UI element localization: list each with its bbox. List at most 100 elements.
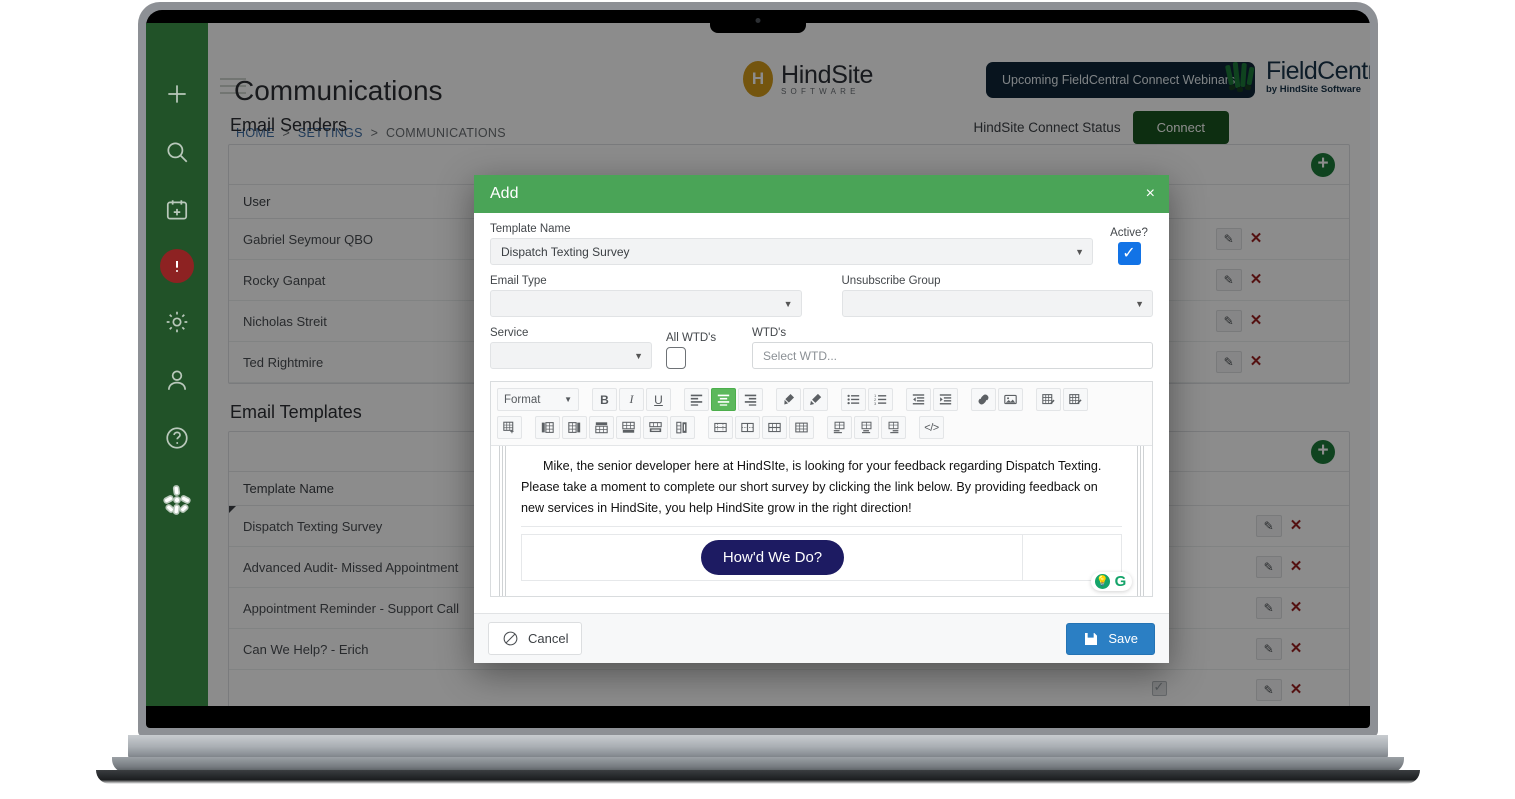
edit-icon[interactable]: ✎ [1255,556,1282,578]
edit-icon[interactable]: ✎ [1215,310,1242,332]
underline-icon[interactable]: U [646,388,671,411]
insert-column-left-icon[interactable] [535,416,560,439]
sidebar-item-settings[interactable] [158,303,196,341]
webinar-banner[interactable]: Upcoming FieldCentral Connect Webinars! [986,62,1255,98]
italic-icon[interactable]: I [619,388,644,411]
grammarly-logo-icon[interactable]: G [1113,574,1128,589]
editor-content-area[interactable]: Mike, the senior developer here at HindS… [491,446,1152,596]
edit-icon[interactable]: ✎ [1255,597,1282,619]
format-select[interactable]: Format ▼ [497,388,579,411]
cell-align-right-icon[interactable] [881,416,906,439]
cell-auto-send [989,669,1109,706]
edit-template-icon[interactable] [1063,388,1088,411]
grammarly-suggestion-icon[interactable]: 💡 [1095,574,1110,589]
table-properties-icon[interactable] [789,416,814,439]
email-type-select[interactable]: ▼ [490,290,802,317]
app-page: Communications H HindSite SOFTWARE Upcom… [208,23,1370,706]
align-left-icon[interactable] [684,388,709,411]
delete-icon[interactable]: ✕ [1250,230,1263,247]
field-service: Service ▼ [490,327,652,369]
cancel-button[interactable]: Cancel [488,622,583,655]
delete-icon[interactable]: ✕ [1250,353,1263,370]
delete-icon[interactable]: ✕ [1250,312,1263,329]
add-email-sender-button[interactable]: + [1311,153,1335,177]
insert-column-right-icon[interactable] [562,416,587,439]
field-all-wtds: All WTD's [666,332,738,369]
link-icon[interactable] [971,388,996,411]
edit-icon[interactable]: ✎ [1215,269,1242,291]
align-center-icon[interactable] [711,388,736,411]
delete-icon[interactable]: ✕ [1290,640,1303,657]
browser-viewport: Communications H HindSite SOFTWARE Upcom… [146,23,1370,706]
grammarly-widget[interactable]: 💡 G [1091,572,1132,591]
source-code-icon[interactable]: </> [919,416,944,439]
rich-text-editor: Format ▼ B I U 1 2 3 </> Mike, the senio… [490,381,1153,597]
add-email-template-button[interactable]: + [1311,440,1335,464]
edit-icon[interactable]: ✎ [1255,679,1282,701]
sidebar-item-help[interactable] [158,419,196,457]
sidebar-item-search[interactable] [158,133,196,171]
delete-row-icon[interactable] [643,416,668,439]
split-cell-vertical-icon[interactable] [735,416,760,439]
chevron-down-icon: ▼ [564,395,572,404]
active-checkbox [1151,679,1167,696]
wtds-input[interactable]: Select WTD... [752,342,1153,369]
edit-icon[interactable]: ✎ [1215,351,1242,373]
delete-icon[interactable]: ✕ [1290,681,1303,698]
template-name-select[interactable]: Dispatch Texting Survey ▼ [490,238,1093,265]
sidebar-item-add[interactable] [158,75,196,113]
row-template-name: Template Name Dispatch Texting Survey ▼ … [490,223,1153,265]
insert-row-below-icon[interactable] [616,416,641,439]
delete-icon[interactable]: ✕ [1290,599,1303,616]
email-type-label: Email Type [490,275,547,287]
sidebar-item-alerts[interactable] [160,249,194,283]
delete-icon[interactable]: ✕ [1290,558,1303,575]
image-icon[interactable] [998,388,1023,411]
cta-button[interactable]: How'd We Do? [700,540,845,576]
webcam-notch [710,10,806,33]
template-name-value: Dispatch Texting Survey [501,244,630,259]
delete-icon[interactable]: ✕ [1250,271,1263,288]
service-select[interactable]: ▼ [490,342,652,369]
add-template-modal: Add × Template Name Dispatch Texting Sur… [474,175,1169,663]
close-icon[interactable]: × [1146,185,1155,203]
sidebar-item-account[interactable] [158,361,196,399]
text-color-icon[interactable] [776,388,801,411]
save-icon [1085,632,1098,645]
bullet-list-icon[interactable] [841,388,866,411]
insert-template-icon[interactable] [1036,388,1061,411]
indent-icon[interactable] [933,388,958,411]
save-button[interactable]: Save [1066,622,1155,655]
editor-toolbar: Format ▼ B I U 1 2 3 </> [491,382,1152,446]
connect-button[interactable]: Connect [1132,111,1229,144]
background-color-icon[interactable] [803,388,828,411]
table-row[interactable]: ✎✕ [229,669,1349,706]
split-cell-horizontal-icon[interactable] [762,416,787,439]
cell-template-type [529,669,749,706]
unsubscribe-group-select[interactable]: ▼ [841,290,1153,317]
outdent-icon[interactable] [906,388,931,411]
hindsite-leaf-icon [158,481,196,519]
delete-icon[interactable]: ✕ [1290,517,1303,534]
align-right-icon[interactable] [738,388,763,411]
cta-table-cell: How'd We Do? [521,534,1122,582]
edit-icon[interactable]: ✎ [1255,515,1282,537]
cancel-label: Cancel [528,631,569,646]
hindsite-tagline: SOFTWARE [781,86,860,96]
all-wtds-checkbox[interactable] [666,347,686,369]
bold-icon[interactable]: B [592,388,617,411]
cell-align-center-icon[interactable] [854,416,879,439]
toolbar-row-1: Format ▼ B I U 1 2 3 [497,387,1146,412]
merge-cells-icon[interactable] [708,416,733,439]
insert-table-icon[interactable] [497,416,522,439]
delete-column-icon[interactable] [670,416,695,439]
edit-icon[interactable]: ✎ [1215,228,1242,250]
active-checkbox[interactable]: ✓ [1117,242,1141,265]
row-service-wtds: Service ▼ All WTD's WTD's Select WTD... [490,327,1153,369]
email-body-text: Mike, the senior developer here at HindS… [521,456,1122,528]
edit-icon[interactable]: ✎ [1255,638,1282,660]
sidebar-item-schedule[interactable] [158,191,196,229]
cell-align-left-icon[interactable] [827,416,852,439]
insert-row-above-icon[interactable] [589,416,614,439]
numbered-list-icon[interactable]: 123 [868,388,893,411]
